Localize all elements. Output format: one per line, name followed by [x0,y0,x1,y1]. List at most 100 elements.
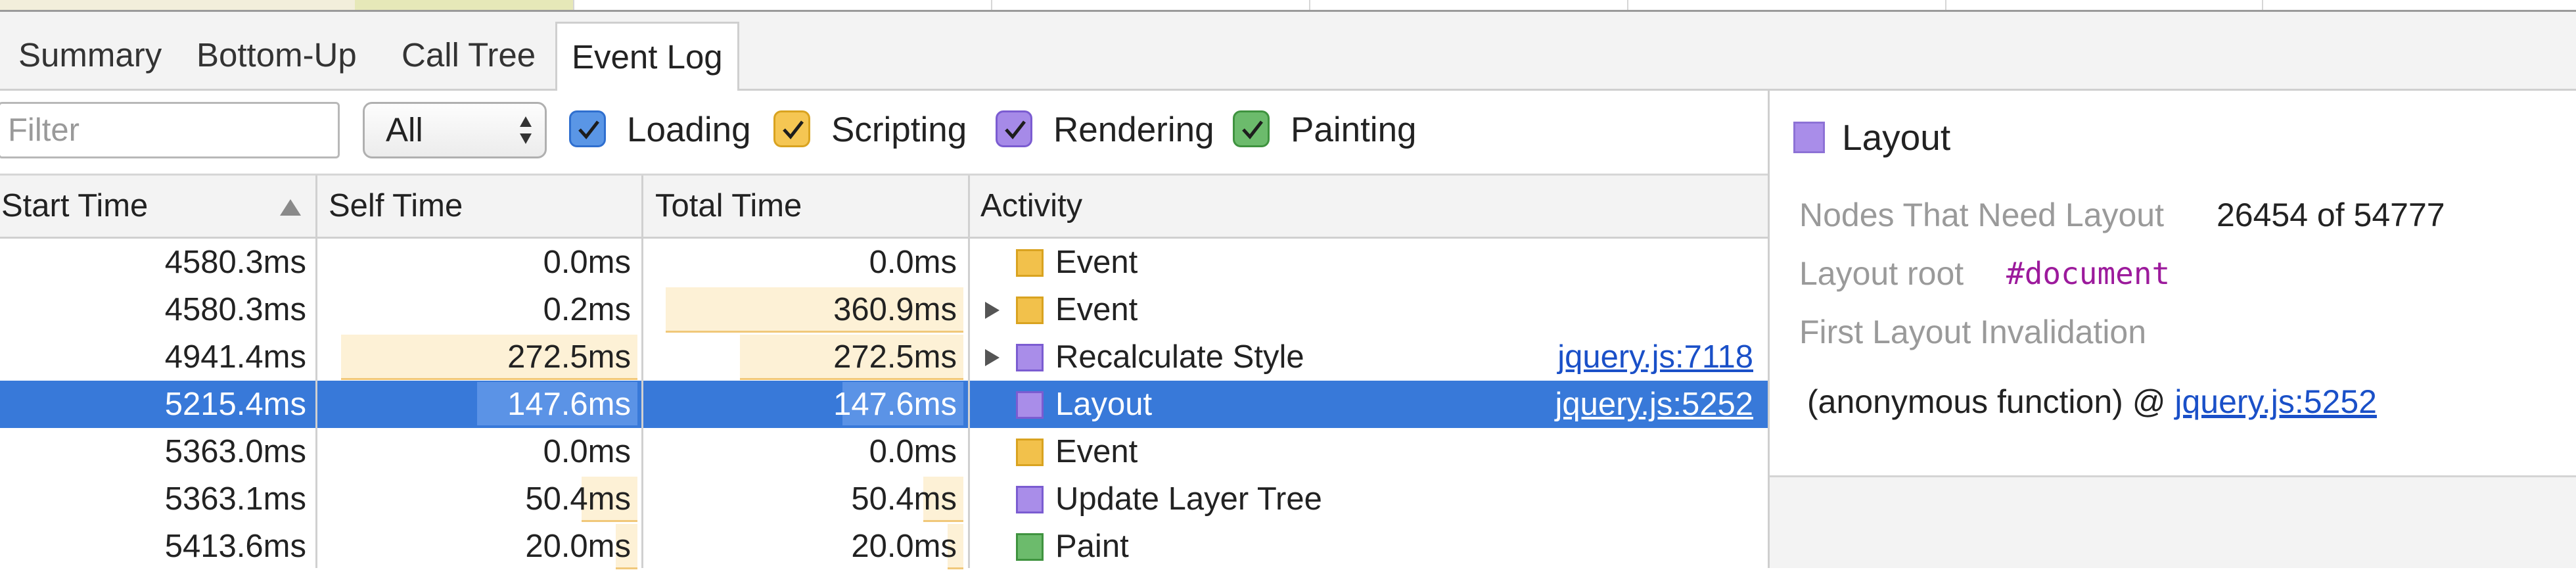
invalidation-stack-frame: (anonymous function) @ jquery.js:5252 [1807,380,2377,423]
timeline-tick [2262,0,2263,10]
layout-root-label: Layout root [1799,255,1964,292]
column-header-start-time-label: Start Time [1,188,149,224]
timeline-tick [991,0,992,10]
tab-call-tree[interactable]: Call Tree [387,22,550,89]
column-header-self-time[interactable]: Self Time [329,176,637,237]
column-header-self-time-label: Self Time [329,188,463,224]
total-time-cell: 50.4ms [851,481,957,517]
rendering-category-swatch [1016,486,1044,513]
self-time-cell: 0.0ms [543,434,631,469]
duration-filter-value: All [386,111,423,149]
column-header-total-time-label: Total Time [655,188,802,224]
start-time-cell: 4941.4ms [164,339,306,375]
column-divider [315,176,317,568]
total-time-cell: 0.0ms [869,434,957,469]
checkmark-icon [1005,120,1026,139]
table-row[interactable]: 5363.1ms 50.4ms 50.4ms Update Layer Tree [0,475,1768,523]
column-header-start-time[interactable]: Start Time [1,176,317,237]
timeline-tick [1309,0,1310,10]
event-details-title: Layout [1842,117,1951,158]
checkmark-icon [783,120,804,139]
filter-input[interactable] [0,102,340,158]
tab-bottom-up[interactable]: Bottom-Up [182,22,371,89]
total-time-cell: 272.5ms [833,339,957,375]
details-tab-bar: Summary Bottom-Up Call Tree Event Log [0,12,2576,91]
column-divider [641,176,643,568]
timeline-tick [1945,0,1946,10]
column-header-activity[interactable]: Activity [980,176,1762,237]
details-sidebar: Layout Nodes That Need Layout 26454 of 5… [1768,91,2576,568]
start-time-cell: 5363.1ms [164,481,306,517]
source-link[interactable]: jquery.js:7118 [1557,333,1753,381]
timeline-tick [1627,0,1628,10]
self-time-cell: 0.2ms [543,292,631,327]
activity-name-cell: Event [1055,292,1138,327]
nodes-need-layout-label: Nodes That Need Layout [1799,197,2165,233]
scripting-category-swatch [1016,297,1044,324]
painting-label: Painting [1291,110,1417,149]
activity-name-cell: Recalculate Style [1055,339,1304,375]
timeline-overview-strip [0,0,2576,12]
scripting-label: Scripting [831,110,967,149]
rendering-label: Rendering [1053,110,1214,149]
table-row[interactable]: 4580.3ms 0.0ms 0.0ms Event [0,239,1768,286]
invalidation-source-link[interactable]: jquery.js:5252 [2174,383,2377,420]
self-time-cell: 272.5ms [507,339,631,375]
total-time-cell: 360.9ms [833,292,957,327]
expand-arrow-icon[interactable] [983,348,1001,368]
activity-name-cell: Event [1055,434,1138,469]
select-arrows-icon [520,116,532,144]
rendering-checkbox[interactable] [996,110,1032,147]
table-row[interactable]: 5215.4ms 147.6ms 147.6ms Layout jquery.js:52… [0,381,1768,428]
start-time-cell: 4580.3ms [164,292,306,327]
scripting-category-swatch [1016,439,1044,466]
expand-arrow-icon[interactable] [983,300,1001,320]
start-time-cell: 5363.0ms [164,434,306,469]
checkmark-icon [578,120,599,139]
table-row[interactable]: 4580.3ms 0.2ms 360.9ms Event [0,286,1768,333]
scripting-category-swatch [1016,249,1044,277]
total-time-cell: 0.0ms [869,245,957,280]
nodes-need-layout-value: 26454 of 54777 [2217,197,2445,233]
activity-name-cell: Layout [1055,387,1153,422]
scripting-checkbox[interactable] [773,110,810,147]
self-time-cell: 0.0ms [543,245,631,280]
timeline-selection-highlight-accent [355,0,573,10]
rendering-category-swatch [1016,391,1044,419]
event-details-panel: Layout Nodes That Need Layout 26454 of 5… [1770,91,2576,477]
painting-checkbox[interactable] [1233,110,1270,147]
tab-event-log[interactable]: Event Log [555,22,739,91]
table-row[interactable]: 5363.0ms 0.0ms 0.0ms Event [0,428,1768,475]
layout-root-value: #document [2006,256,2171,291]
source-link[interactable]: jquery.js:5252 [1555,381,1753,428]
column-header-total-time[interactable]: Total Time [655,176,964,237]
loading-checkbox[interactable] [569,110,606,147]
self-time-cell: 20.0ms [525,529,631,564]
event-log-pane: All Loading Scripting Rendering [0,91,1768,570]
invalidation-function-name: (anonymous function) @ [1807,383,2175,420]
painting-category-swatch [1016,533,1044,561]
duration-filter-select[interactable]: All [363,102,547,158]
rendering-category-swatch [1016,344,1044,371]
total-time-cell: 20.0ms [851,529,957,564]
timeline-tick [573,0,574,10]
start-time-cell: 5413.6ms [164,529,306,564]
self-time-cell: 50.4ms [525,481,631,517]
column-divider [968,176,970,568]
start-time-cell: 5215.4ms [164,387,306,422]
column-header-activity-label: Activity [980,188,1083,224]
table-row[interactable]: 4941.4ms 272.5ms 272.5ms Recalculate Style j… [0,333,1768,381]
total-time-cell: 147.6ms [833,387,957,422]
event-log-table-header: Start Time Self Time Total Time Activity [0,176,1768,239]
event-log-toolbar: All Loading Scripting Rendering [0,91,1768,176]
start-time-cell: 4580.3ms [164,245,306,280]
tab-summary[interactable]: Summary [4,22,176,89]
category-color-swatch [1793,122,1825,153]
activity-name-cell: Event [1055,245,1138,280]
loading-label: Loading [627,110,751,149]
checkmark-icon [1242,120,1263,139]
activity-name-cell: Update Layer Tree [1055,481,1322,517]
sort-ascending-icon [280,199,301,216]
first-layout-invalidation-label: First Layout Invalidation [1799,314,2147,350]
table-row[interactable]: 5413.6ms 20.0ms 20.0ms Paint [0,523,1768,570]
